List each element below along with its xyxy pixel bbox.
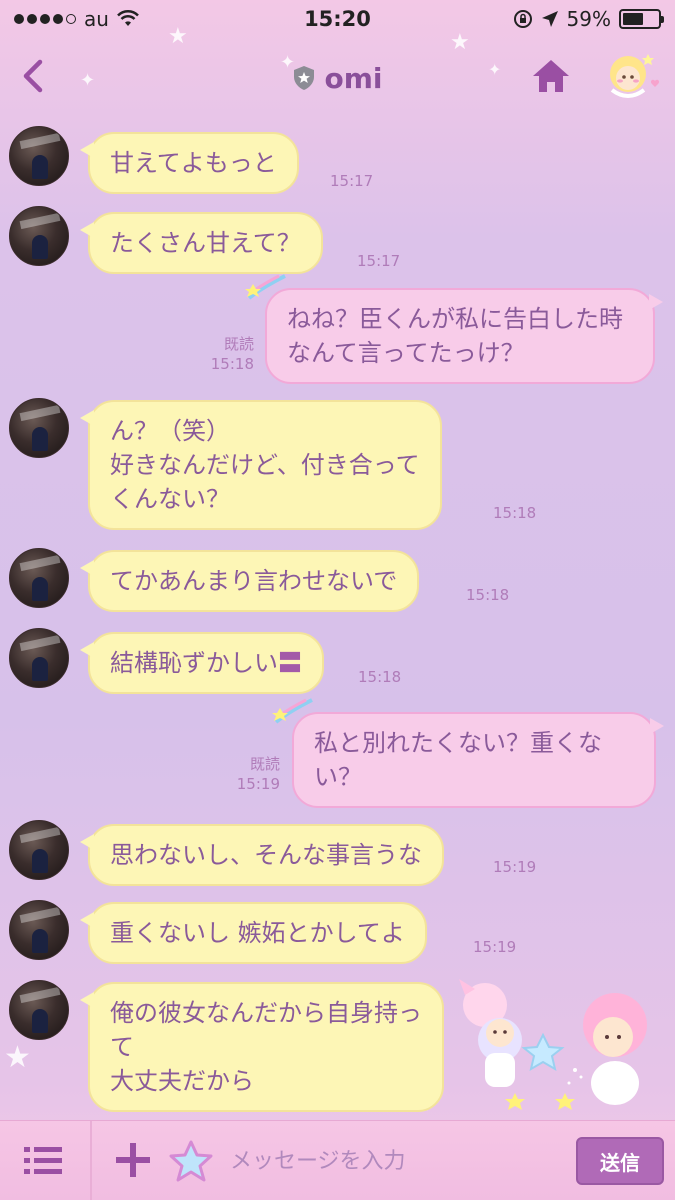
outgoing-message-bubble[interactable]: 私と別れたくない？重くない？: [272, 698, 664, 808]
signal-strength-icon: [14, 14, 76, 24]
message-timestamp: 15:19: [473, 938, 517, 956]
contact-avatar[interactable]: [9, 548, 69, 608]
contact-avatar[interactable]: [9, 980, 69, 1040]
home-icon[interactable]: [530, 56, 572, 96]
message-timestamp: 15:18: [358, 668, 402, 686]
message-text: ねね？臣くんが私に告白した時なんて言ってたっけ？: [287, 305, 623, 367]
sparkle-decoration: ★: [450, 30, 470, 55]
chat-header: omi: [0, 38, 675, 118]
incoming-message-bubble[interactable]: 甘えてよもっと: [80, 132, 299, 194]
incoming-message-bubble[interactable]: てかあんまり言わせないで: [79, 550, 420, 612]
message-input[interactable]: [230, 1141, 560, 1181]
shooting-star-icon: [272, 698, 313, 724]
contact-avatar[interactable]: [9, 900, 69, 960]
sparkle-decoration: ★: [168, 24, 188, 49]
status-right: 59%: [513, 7, 664, 31]
official-shield-icon: [294, 66, 315, 90]
message-text: 結構恥ずかしい: [110, 649, 278, 677]
battery-icon: [619, 9, 664, 29]
plus-icon[interactable]: [114, 1141, 152, 1179]
rotation-lock-icon: [513, 10, 532, 28]
message-timestamp: 15:19: [493, 858, 537, 876]
sticker-star-icon[interactable]: [168, 1139, 214, 1183]
outgoing-message-bubble[interactable]: ねね？臣くんが私に告白した時なんて言ってたっけ？: [245, 274, 663, 384]
location-arrow-icon: [541, 11, 558, 27]
shooting-star-icon: [245, 274, 286, 300]
message-timestamp: 15:18: [493, 504, 537, 522]
incoming-message-bubble[interactable]: 重くないし 嫉妬とかしてよ: [80, 902, 427, 964]
emoji-icon: 〓: [278, 649, 302, 677]
read-status: 既読 15:18: [196, 334, 254, 374]
status-bar: au 15:20 59%: [0, 0, 675, 38]
read-receipt-label: 既読: [223, 335, 254, 353]
message-timestamp: 15:17: [330, 172, 374, 190]
incoming-message-bubble[interactable]: 思わないし、そんな事言うな: [80, 824, 444, 886]
battery-percent: 59%: [566, 7, 611, 31]
chat-message-list[interactable]: 甘えてよもっと 15:17 たくさん甘えて？ 15:17 既読 15:18 ねね…: [0, 118, 675, 1112]
incoming-message-bubble[interactable]: 俺の彼女なんだから自身持っ て 大丈夫だから: [80, 982, 444, 1112]
chat-title: omi: [324, 61, 383, 95]
status-left: au: [14, 7, 139, 31]
message-timestamp: 15:17: [357, 252, 401, 270]
read-receipt-label: 既読: [249, 755, 280, 773]
message-timestamp: 15:18: [210, 355, 254, 373]
carrier-label: au: [84, 7, 109, 31]
send-button[interactable]: 送信: [576, 1137, 664, 1185]
read-status: 既読 15:19: [222, 754, 280, 794]
contact-avatar[interactable]: [9, 126, 69, 186]
contact-avatar[interactable]: [9, 206, 69, 266]
contact-avatar[interactable]: [9, 820, 69, 880]
message-input-bar: 送信: [0, 1120, 675, 1200]
wifi-icon: [117, 10, 139, 26]
contact-avatar[interactable]: [9, 398, 69, 458]
twin-stars-characters-illustration: [459, 979, 647, 1110]
chat-title-group: omi: [292, 61, 383, 95]
menu-list-icon[interactable]: [24, 1145, 64, 1177]
incoming-message-bubble[interactable]: ん？（笑） 好きなんだけど、付き合って くんない？: [80, 400, 442, 530]
message-timestamp: 15:18: [466, 586, 510, 604]
incoming-message-bubble[interactable]: 結構恥ずかしい〓: [80, 632, 324, 694]
sparkle-decoration: ✦: [280, 52, 296, 73]
message-text: 私と別れたくない？重くない？: [314, 729, 602, 791]
sparkle-decoration: ✦: [488, 60, 502, 79]
sparkle-decoration: ✦: [80, 70, 96, 91]
back-arrow-icon[interactable]: [14, 56, 54, 96]
input-divider: [90, 1121, 92, 1200]
message-timestamp: 15:19: [236, 775, 280, 793]
incoming-message-bubble[interactable]: たくさん甘えて？: [80, 212, 323, 274]
mascot-character-icon[interactable]: [600, 44, 660, 104]
contact-avatar[interactable]: [9, 628, 69, 688]
